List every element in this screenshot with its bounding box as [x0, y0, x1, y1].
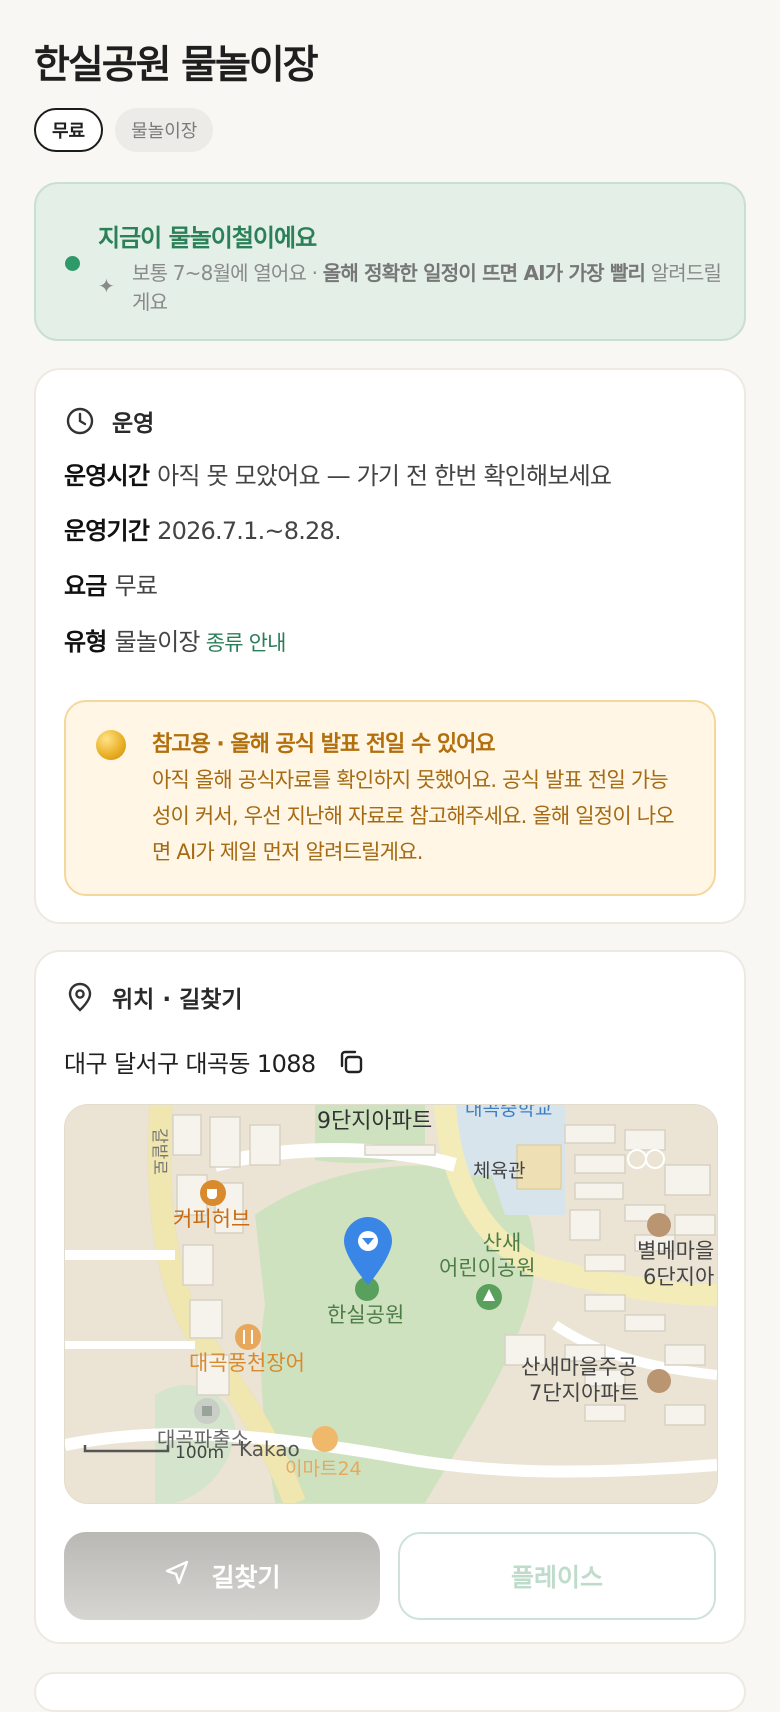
info-key: 유형	[64, 628, 107, 656]
map-label-park: 한실공원	[327, 1303, 405, 1327]
tag-chips: 무료 물놀이장	[34, 108, 214, 152]
address-row: 대구 달서구 대곡동 1088	[64, 1044, 368, 1079]
map-label-gym: 체육관	[473, 1160, 526, 1182]
info-key: 운영기간	[64, 517, 150, 545]
info-row-fee: 요금 무료	[64, 566, 158, 601]
operation-heading: 운영	[112, 411, 155, 437]
route-button[interactable]: 길찾기	[64, 1532, 380, 1620]
banner-title: 지금이 물놀이철이에요	[98, 224, 317, 252]
map-label-byeol-1: 별메마을	[637, 1239, 715, 1263]
season-banner: 지금이 물놀이철이에요 ✦ 보통 7~8월에 열어요 · 올해 정확한 일정이 …	[34, 182, 746, 341]
info-value: 무료	[114, 572, 158, 600]
notice-title: 참고용 · 올해 공식 발표 전일 수 있어요	[152, 732, 496, 757]
map-label-restaurant: 대곡풍천장어	[189, 1351, 305, 1375]
map-label-apt7-1: 산새마을주공	[521, 1355, 637, 1379]
map-label-road: 갈밭로	[148, 1128, 169, 1175]
chip-category[interactable]: 물놀이장	[115, 108, 214, 152]
info-value: 아직 못 모았어요 — 가기 전 한번 확인해보세요	[157, 462, 612, 490]
map-view[interactable]: 9단지아파트 대곡중학교 체육관 갈밭로 커피허브 한실공원 산새 어린이공원 …	[64, 1104, 718, 1504]
route-button-label: 길찾기	[211, 1563, 281, 1592]
notice-text: 아직 올해 공식자료를 확인하지 못했어요. 공식 발표 전일 가능성이 커서,…	[152, 768, 675, 864]
map-label-mart: 이마트24	[285, 1458, 362, 1480]
moon-icon	[96, 730, 126, 760]
map-label-apt7-2: 7단지아파트	[529, 1381, 639, 1405]
page: 한실공원 물놀이장 무료 물놀이장 지금이 물놀이철이에요 ✦ 보통 7~8월에…	[0, 0, 780, 1712]
info-row-type: 유형 물놀이장 종류 안내	[64, 622, 286, 657]
address-text: 대구 달서구 대곡동 1088	[64, 1050, 316, 1078]
info-row-hours: 운영시간 아직 못 모았어요 — 가기 전 한번 확인해보세요	[64, 456, 612, 491]
map-label-playground-1: 산새	[482, 1231, 522, 1255]
info-key: 요금	[64, 572, 107, 600]
next-card-edge	[34, 1672, 746, 1712]
location-card: 위치 · 길찾기 대구 달서구 대곡동 1088 9단지아파트 대곡중학교 체육…	[34, 950, 746, 1644]
map-scale-label: 100m	[175, 1443, 225, 1463]
location-heading: 위치 · 길찾기	[112, 987, 243, 1013]
place-button[interactable]: 플레이스	[398, 1532, 716, 1620]
copy-icon[interactable]	[334, 1045, 368, 1079]
banner-text: 보통 7~8월에 열어요 · 올해 정확한 일정이 뜨면 AI가 가장 빨리 알…	[132, 261, 722, 314]
map-label-apt9: 9단지아파트	[317, 1109, 433, 1134]
type-guide-link[interactable]: 종류 안내	[206, 631, 287, 655]
sparkle-icon: ✦	[98, 274, 115, 298]
operation-card: 운영 운영시간 아직 못 모았어요 — 가기 전 한번 확인해보세요 운영기간 20…	[34, 368, 746, 924]
map-label-school: 대곡중학교	[465, 1104, 553, 1120]
operation-header: 운영	[64, 404, 154, 438]
navigation-arrow-icon	[163, 1559, 191, 1593]
info-key: 운영시간	[64, 462, 150, 490]
chip-free[interactable]: 무료	[34, 108, 104, 152]
status-dot	[65, 256, 80, 271]
info-value: 물놀이장	[114, 628, 201, 656]
map-label-byeol-2: 6단지아	[643, 1265, 715, 1289]
clock-icon	[64, 405, 96, 437]
reference-notice: 참고용 · 올해 공식 발표 전일 수 있어요 아직 올해 공식자료를 확인하지…	[64, 700, 716, 896]
info-row-period: 운영기간 2026.7.1.~8.28.	[64, 511, 342, 546]
location-pin-icon	[64, 981, 96, 1013]
map-label-playground-2: 어린이공원	[439, 1256, 536, 1280]
map-label-cafe: 커피허브	[173, 1207, 251, 1231]
page-title: 한실공원 물놀이장	[34, 43, 319, 88]
info-value: 2026.7.1.~8.28.	[157, 517, 341, 545]
location-header: 위치 · 길찾기	[64, 980, 243, 1014]
